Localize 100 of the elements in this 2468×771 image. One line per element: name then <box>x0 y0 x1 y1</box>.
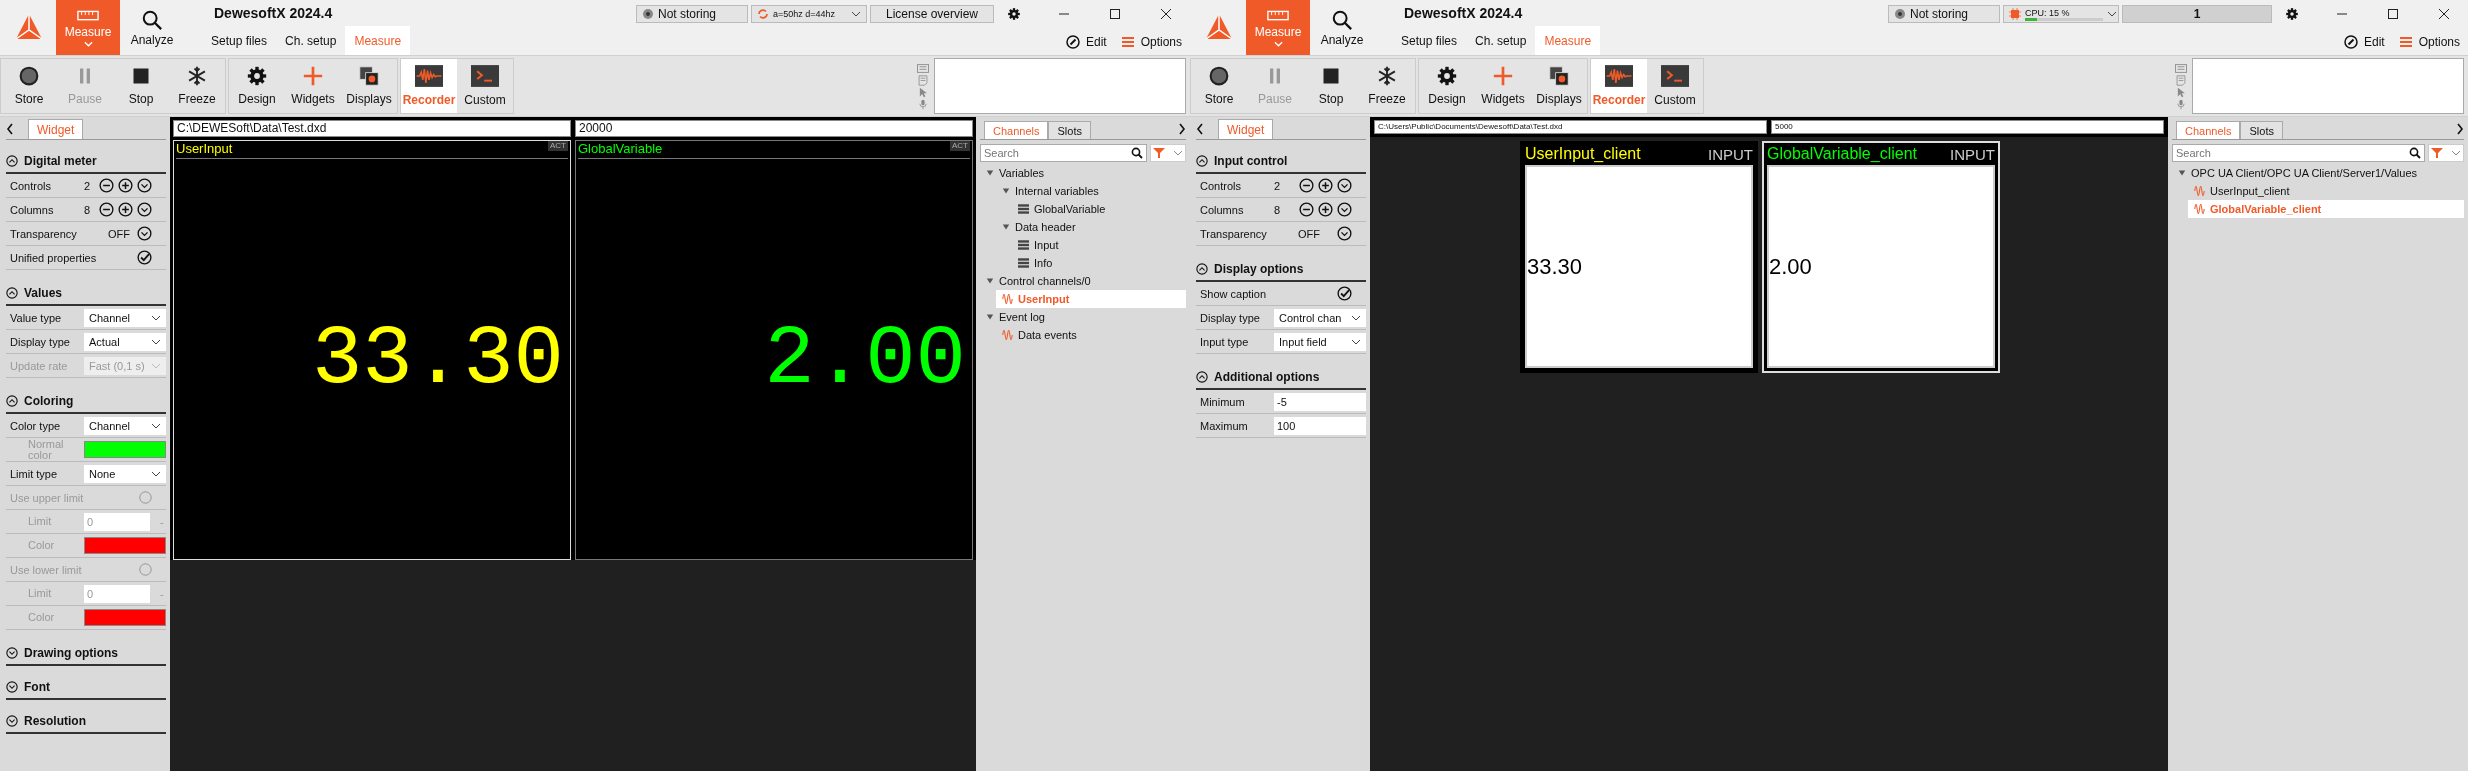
tree-item[interactable]: Data events <box>996 326 1186 344</box>
checkbox[interactable] <box>137 250 152 265</box>
section-header[interactable]: Input control <box>1196 150 1366 174</box>
path-field[interactable]: 20000 <box>575 120 973 137</box>
dropdown-icon[interactable] <box>1337 226 1352 241</box>
microphone-icon[interactable] <box>917 98 929 110</box>
status-button[interactable]: 1 <box>2122 5 2272 23</box>
search-input[interactable]: Search <box>981 147 1131 159</box>
section-header[interactable]: Display options <box>1196 258 1366 282</box>
path-field[interactable]: C:\DEWESoft\Data\Test.dxd <box>173 120 571 137</box>
minus-icon[interactable] <box>99 178 114 193</box>
digital-meter[interactable]: UserInput ACT 33.30 <box>173 140 571 560</box>
section-header[interactable]: Values <box>6 282 166 306</box>
plus-icon[interactable] <box>1318 202 1333 217</box>
tree-item[interactable]: Variables <box>980 164 1186 182</box>
dropdown[interactable]: Control chan <box>1274 308 1366 327</box>
tree-item[interactable]: Input <box>1012 236 1186 254</box>
mode-button[interactable]: Analyze <box>120 0 184 55</box>
tree-item[interactable]: UserInput_client <box>2188 182 2464 200</box>
collapse-icon[interactable] <box>6 123 14 135</box>
plus-icon[interactable] <box>118 202 133 217</box>
nav-tab[interactable]: Ch. setup <box>1466 26 1536 55</box>
minus-icon[interactable] <box>1299 202 1314 217</box>
search-field[interactable]: Search <box>980 144 1147 162</box>
value-field[interactable]: 33.30 <box>1525 165 1753 368</box>
tree-item[interactable]: OPC UA Client/OPC UA Client/Server1/Values <box>2172 164 2464 182</box>
cpu-status[interactable]: CPU: 15 % <box>2003 5 2119 23</box>
dropdown[interactable]: Actual <box>84 332 166 351</box>
dropdown[interactable]: Channel <box>84 416 166 435</box>
toolbar-button[interactable]: Store <box>1 59 57 113</box>
section-header[interactable]: Additional options <box>1196 366 1366 390</box>
tree-item[interactable]: Event log <box>980 308 1186 326</box>
dropdown[interactable]: None <box>84 464 166 483</box>
input-control[interactable]: GlobalVariable_client INPUT 2.00 <box>1762 141 2000 373</box>
toolbar-button[interactable]: Custom <box>457 59 513 113</box>
search-icon[interactable] <box>1131 147 1143 159</box>
dropdown-icon[interactable] <box>137 226 152 241</box>
minus-icon[interactable] <box>1299 178 1314 193</box>
expand-icon[interactable] <box>1178 123 1186 135</box>
settings-icon[interactable] <box>2285 7 2299 21</box>
cursor-icon[interactable] <box>917 86 929 98</box>
digital-meter[interactable]: GlobalVariable ACT 2.00 <box>575 140 973 560</box>
dropdown-icon[interactable] <box>137 202 152 217</box>
filter-button[interactable] <box>2428 144 2464 162</box>
path-field[interactable]: 5000 <box>1771 120 2164 134</box>
toolbar-button[interactable]: Widgets <box>285 59 341 113</box>
collapse-icon[interactable] <box>1196 123 1204 135</box>
tree-item[interactable]: Internal variables <box>996 182 1186 200</box>
toolbar-button[interactable]: Freeze <box>169 59 225 113</box>
toolbar-button[interactable]: Store <box>1191 59 1247 113</box>
expanded-arrow-icon[interactable] <box>986 313 994 321</box>
search-field[interactable]: Search <box>2172 144 2425 162</box>
plus-icon[interactable] <box>118 178 133 193</box>
section-header[interactable]: Font <box>6 676 166 700</box>
input-control[interactable]: UserInput_client INPUT 33.30 <box>1520 141 1758 373</box>
expanded-arrow-icon[interactable] <box>1002 223 1010 231</box>
close-icon[interactable] <box>1160 8 1172 20</box>
toolbar-button[interactable]: Displays <box>1531 59 1587 113</box>
plus-icon[interactable] <box>1318 178 1333 193</box>
path-field[interactable]: C:\Users\Public\Documents\Dewesoft\Data\Test.dxd <box>1374 120 1767 134</box>
value-field[interactable]: 2.00 <box>1767 165 1995 368</box>
tree-item[interactable]: Control channels/0 <box>980 272 1186 290</box>
expanded-arrow-icon[interactable] <box>986 169 994 177</box>
checkbox[interactable] <box>1337 286 1352 301</box>
search-icon[interactable] <box>2409 147 2421 159</box>
close-icon[interactable] <box>2438 8 2450 20</box>
nav-tab[interactable]: Ch. setup <box>276 26 346 55</box>
minus-icon[interactable] <box>99 202 114 217</box>
toolbar-button[interactable]: Widgets <box>1475 59 1531 113</box>
microphone-icon[interactable] <box>2175 98 2187 110</box>
nav-tab[interactable]: Setup files <box>202 26 277 55</box>
options-button[interactable]: Options <box>1120 34 1182 49</box>
dropdown-icon[interactable] <box>1337 202 1352 217</box>
maximize-icon[interactable] <box>1109 8 1121 20</box>
maximize-icon[interactable] <box>2387 8 2399 20</box>
dropdown-icon[interactable] <box>1337 178 1352 193</box>
tree-item[interactable]: Data header <box>996 218 1186 236</box>
search-input[interactable]: Search <box>2173 147 2409 159</box>
edit-button[interactable]: Edit <box>1065 34 1107 49</box>
settings-icon[interactable] <box>1007 7 1021 21</box>
expanded-arrow-icon[interactable] <box>986 277 994 285</box>
options-button[interactable]: Options <box>2398 34 2460 49</box>
dropdown-icon[interactable] <box>137 178 152 193</box>
toolbar-button[interactable]: Freeze <box>1359 59 1415 113</box>
mode-button[interactable]: Analyze <box>1310 0 1374 55</box>
toolbar-button[interactable]: Stop <box>113 59 169 113</box>
status-button[interactable]: License overview <box>870 5 994 23</box>
tree-item[interactable]: GlobalVariable <box>1012 200 1186 218</box>
panel-tab[interactable]: Slots <box>1048 121 1091 139</box>
sync-status[interactable]: a=50hz d=44hz <box>751 5 867 23</box>
section-header[interactable]: Coloring <box>6 390 166 414</box>
dropdown[interactable]: Channel <box>84 308 166 327</box>
tree-item[interactable]: Info <box>1012 254 1186 272</box>
expanded-arrow-icon[interactable] <box>1002 187 1010 195</box>
toolbar-button[interactable]: Displays <box>341 59 397 113</box>
nav-tab[interactable]: Measure <box>345 26 411 55</box>
edit-button[interactable]: Edit <box>2343 34 2385 49</box>
toolbar-button[interactable]: Custom <box>1647 59 1703 113</box>
section-header[interactable]: Digital meter <box>6 150 166 174</box>
toolbar-button[interactable]: Stop <box>1303 59 1359 113</box>
